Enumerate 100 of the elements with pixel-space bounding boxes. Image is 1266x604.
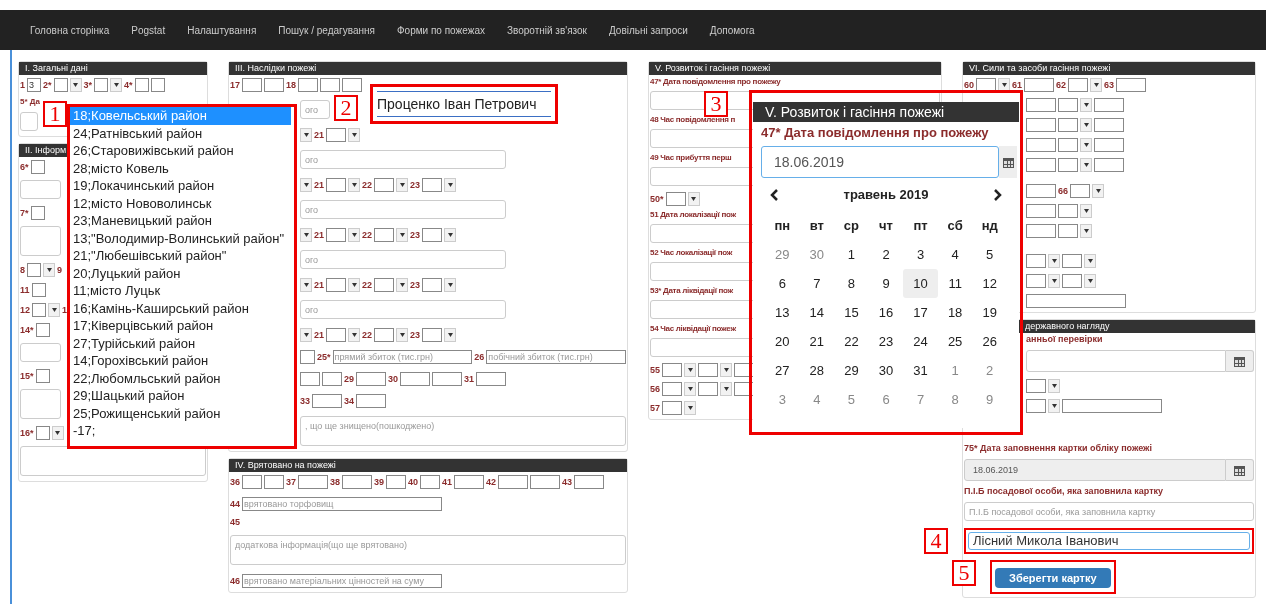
input-box[interactable] [400,371,431,386]
dropdown-toggle[interactable] [110,77,123,92]
dropdown-toggle[interactable] [444,177,457,192]
input-box[interactable] [734,362,754,377]
nav-link[interactable]: Допомога [709,22,755,38]
input-box[interactable] [1094,157,1124,172]
input-box[interactable] [665,191,686,206]
input-field[interactable]: ого [300,150,506,169]
calendar-day[interactable]: 29 [834,356,869,385]
list-option[interactable]: 16;Камінь-Каширський район [70,299,291,317]
input-box[interactable] [976,77,996,92]
calendar-day[interactable]: 7 [903,385,938,414]
dropdown-toggle[interactable] [444,327,457,342]
input-box[interactable] [342,474,373,489]
dropdown-toggle[interactable] [348,277,360,292]
input-box[interactable] [432,371,463,386]
input-box[interactable] [1094,117,1124,132]
dropdown-toggle[interactable] [48,302,60,317]
input-box[interactable] [1058,137,1078,152]
input-box[interactable] [1026,137,1056,152]
text-area[interactable]: , що ще знищено(пошкоджено) [300,416,626,446]
date-field[interactable] [1026,350,1226,372]
input-box[interactable] [574,474,605,489]
list-option[interactable]: 28;місто Ковель [70,159,291,177]
calendar-day[interactable]: 8 [937,385,973,414]
calendar-day[interactable]: 5 [972,240,1007,269]
calendar-day[interactable]: 15 [834,298,869,327]
input-box[interactable] [1094,137,1124,152]
dropdown-toggle[interactable] [348,177,360,192]
calendar-day[interactable]: 2 [868,240,904,269]
calendar-day[interactable]: 8 [834,269,869,298]
calendar-day[interactable]: 10 [903,269,938,298]
calendar-day[interactable]: 6 [765,269,800,298]
calendar-day[interactable]: 1 [834,240,869,269]
dropdown-toggle[interactable] [1048,398,1060,413]
input-box[interactable] [1058,117,1078,132]
dropdown-toggle[interactable] [720,381,732,396]
input-box[interactable] [35,322,50,337]
input-box[interactable] [94,77,109,92]
input-box[interactable] [454,474,485,489]
input-box[interactable] [342,77,363,92]
input-box[interactable] [35,368,50,383]
list-option[interactable]: 22;Любомльський район [70,369,291,387]
calendar-button[interactable] [1226,459,1254,481]
input-field[interactable]: врятовано торфовищ [242,496,442,511]
input-box[interactable] [1026,398,1046,413]
dropdown-toggle[interactable] [684,381,696,396]
calendar-day[interactable]: 1 [937,356,973,385]
list-option[interactable]: 14;Горохівський район [70,352,291,370]
input-box[interactable] [1026,223,1056,238]
calendar-day[interactable]: 29 [765,240,800,269]
input-box[interactable] [1070,183,1090,198]
dropdown-toggle[interactable] [396,277,409,292]
input-box[interactable] [1026,157,1056,172]
input-box[interactable] [1026,253,1046,268]
name-field[interactable]: Проценко Іван Петрович [377,91,551,117]
nav-link[interactable]: Головна сторінка [30,22,110,38]
input-field[interactable] [20,343,61,362]
calendar-day[interactable]: 12 [972,269,1007,298]
dropdown-toggle[interactable] [720,362,732,377]
input-box[interactable] [422,277,443,292]
input-box[interactable] [320,77,341,92]
input-box[interactable] [300,371,320,386]
calendar-day[interactable]: 7 [799,269,835,298]
calendar-day[interactable]: 23 [868,327,904,356]
input-box[interactable] [1026,97,1056,112]
input-box[interactable] [734,381,754,396]
input-field[interactable] [20,180,61,199]
dropdown-toggle[interactable] [1080,157,1092,172]
input-box[interactable] [298,474,329,489]
input-box[interactable] [662,400,682,415]
list-option[interactable]: 29;Шацький район [70,387,291,405]
calendar-day[interactable]: 2 [972,356,1007,385]
input-box[interactable] [1058,223,1078,238]
date-field[interactable]: 18.06.2019 [761,146,999,178]
dropdown-toggle[interactable] [684,362,696,377]
input-box[interactable] [32,302,46,317]
dropdown-toggle[interactable] [1090,77,1103,92]
input-field[interactable]: врятовано матеріальних цінностей на суму [242,573,442,588]
input-box[interactable] [374,327,395,342]
calendar-day[interactable]: 4 [799,385,835,414]
nav-link[interactable]: Pogstat [131,22,166,38]
input-box[interactable] [264,77,284,92]
dropdown-toggle[interactable] [1080,137,1092,152]
input-box[interactable] [1058,97,1078,112]
month-title[interactable]: травень 2019 [843,185,929,205]
dropdown-toggle[interactable] [396,327,409,342]
input-box[interactable] [356,371,386,386]
input-box[interactable]: 3 [27,77,41,92]
calendar-day[interactable]: 20 [765,327,800,356]
input-field[interactable]: прямий збиток (тис.грн) [332,349,473,364]
list-option[interactable]: 20;Луцький район [70,264,291,282]
list-option[interactable]: 17;Ківерцівський район [70,317,291,335]
input-box[interactable] [422,327,443,342]
input-box[interactable] [422,177,443,192]
calendar-day[interactable]: 11 [937,269,973,298]
nav-link[interactable]: Зворотній зв'язок [506,22,587,38]
calendar-day[interactable]: 9 [972,385,1007,414]
list-option[interactable]: 23;Маневицький район [70,212,291,230]
input-box[interactable] [1026,183,1056,198]
